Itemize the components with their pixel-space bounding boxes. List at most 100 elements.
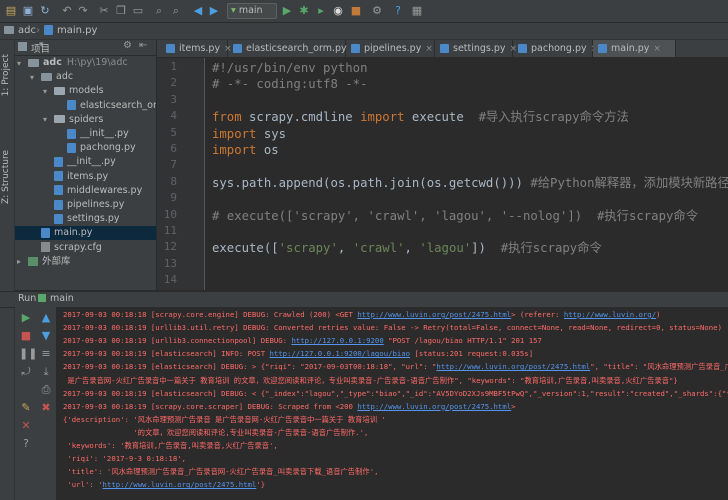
run-config-select[interactable]: ▾ main [227, 3, 277, 19]
project-tool-tab[interactable]: 1: Project [1, 54, 11, 96]
editor-tab-elasticsearch-orm-py[interactable]: elasticsearch_orm.py× [228, 40, 358, 57]
editor-tab-label: items.py [179, 43, 221, 54]
run-console[interactable]: 2017-09-03 00:18:18 [scrapy.core.engine]… [57, 307, 728, 500]
cut-icon[interactable]: ✂ [97, 4, 111, 18]
tree-item[interactable]: middlewares.py [15, 184, 156, 198]
line-number: 9 [170, 191, 177, 205]
close-icon[interactable]: × [653, 44, 661, 54]
line-number: 13 [163, 256, 177, 270]
paste-icon[interactable]: ▭ [131, 4, 145, 18]
close-icon[interactable]: × [425, 44, 433, 54]
settings-icon[interactable]: ⚙ [370, 4, 384, 18]
build-icon[interactable]: ■ [349, 4, 363, 18]
tree-item[interactable]: ▾ adc [15, 70, 156, 84]
console-link[interactable]: http://www.luvin.org/ [564, 310, 656, 319]
copy-icon[interactable]: ❐ [114, 4, 128, 18]
console-text: > [511, 401, 516, 411]
run-icon[interactable]: ▶ [280, 4, 294, 18]
tree-item-label: scrapy.cfg [54, 241, 102, 253]
tree-item-label: adc [56, 71, 74, 83]
sdk-icon[interactable]: ▦ [410, 4, 424, 18]
console-link[interactable]: http://www.luvin.org/post/2475.html [436, 362, 590, 371]
stop-icon[interactable]: ◉ [331, 4, 345, 18]
clear-icon[interactable]: ✖ [39, 401, 53, 415]
help-icon[interactable]: ? [391, 4, 405, 18]
pause-icon[interactable]: ❚❚ [19, 347, 37, 361]
undo-icon[interactable]: ↶ [60, 4, 74, 18]
chevron-down-icon[interactable]: ▾ [43, 113, 54, 125]
coverage-icon[interactable]: ▸ [314, 4, 328, 18]
back-icon[interactable]: ◀ [191, 4, 205, 18]
breadcrumb-item[interactable]: adc [4, 25, 36, 36]
editor-tab-settings-py[interactable]: settings.py × [435, 40, 517, 57]
console-link[interactable]: http://www.luvin.org/post/2475.html [357, 402, 511, 411]
save-icon[interactable]: ▣ [21, 4, 35, 18]
console-link[interactable]: http://www.luvin.org/post/2475.html [103, 480, 257, 489]
collapse-icon[interactable]: ⇤ [139, 40, 147, 51]
find-icon[interactable]: ⌕ [152, 4, 166, 18]
replace-icon[interactable]: ⌕ [169, 4, 183, 18]
tree-item[interactable]: __init__.py [15, 155, 156, 169]
forward-icon[interactable]: ▶ [207, 4, 221, 18]
sync-icon[interactable]: ↻ [38, 4, 52, 18]
tree-item[interactable]: settings.py [15, 212, 156, 226]
editor-tab-items-py[interactable]: items.py × [161, 40, 232, 57]
code-token: # execute(['scrapy', 'crawl', 'lagou', '… [212, 208, 698, 223]
console-link[interactable]: http://www.luvin.org/post/2475.html [357, 310, 511, 319]
tree-item[interactable]: pipelines.py [15, 198, 156, 212]
help-icon[interactable]: ? [19, 437, 33, 451]
console-text: 'url': ' [63, 480, 103, 490]
editor-tab-pachong-py[interactable]: pachong.py× [513, 40, 598, 57]
tree-item[interactable]: pachong.py [15, 141, 156, 155]
code-token: 'crawl' [352, 241, 405, 256]
redo-icon[interactable]: ↷ [76, 4, 90, 18]
console-text: {'description': '风水命理预测广告录音 是广告录音网-火红广告录… [63, 414, 386, 424]
chevron-down-icon[interactable]: ▾ [17, 57, 28, 69]
tree-item[interactable]: ▾ adc H:\py\19\adc [15, 56, 156, 70]
tree-item[interactable]: main.py [15, 226, 156, 241]
breadcrumb: adc › main.py [0, 23, 728, 40]
close-icon[interactable]: ✕ [19, 419, 33, 433]
tree-item[interactable]: ▸ 外部库 [15, 255, 156, 269]
chevron-down-icon[interactable]: ▾ [43, 85, 54, 97]
down-arrow-icon[interactable]: ▼ [39, 329, 53, 343]
code-token: import [212, 126, 257, 141]
stop-icon[interactable]: ■ [19, 329, 33, 343]
rerun-icon[interactable]: ▶ [19, 311, 33, 325]
code-editor[interactable]: #!/usr/bin/env python # -*- coding:utf8 -… [205, 58, 728, 290]
tree-item[interactable]: ▾ spiders [15, 113, 156, 127]
gear-icon[interactable]: ⚙ [123, 40, 132, 51]
console-link[interactable]: http://127.0.0.1:9200 [291, 336, 383, 345]
console-line: 2017-09-03 00:18:19 [elasticsearch] DEBU… [63, 388, 728, 399]
print-icon[interactable]: ⎙ [39, 383, 53, 397]
up-arrow-icon[interactable]: ▲ [39, 311, 53, 325]
python-file-icon [440, 44, 449, 53]
console-link[interactable]: http://127.0.0.1:9200/lagou/biao [269, 349, 410, 358]
tree-item[interactable]: items.py [15, 170, 156, 184]
console-line: '的文章，欢迎您阅读和评论,专业叫卖录音-广告录音-语音广告制作.', [63, 427, 368, 438]
tree-item[interactable]: ▾ models [15, 84, 156, 98]
tree-item[interactable]: __init__.py [15, 127, 156, 141]
main-toolbar: ▤ ▣ ↻ ↶ ↷ ✂ ❐ ▭ ⌕ ⌕ ◀ ▶ ▾ main ▶ ✱ ▸ ◉ ■… [0, 0, 728, 23]
editor-tab-pipelines-py[interactable]: pipelines.py × [346, 40, 435, 57]
chevron-right-icon[interactable]: ▸ [17, 255, 28, 267]
structure-tool-tab[interactable]: Z: Structure [1, 150, 11, 204]
scroll-to-end-icon[interactable]: ⤓ [39, 365, 53, 379]
debug-icon[interactable]: ✱ [297, 4, 311, 18]
line-number: 11 [163, 224, 177, 237]
line-number: 8 [170, 174, 177, 188]
code-line: import sys [212, 126, 286, 142]
breadcrumb-item[interactable]: main.py [44, 25, 97, 36]
chevron-down-icon[interactable]: ▾ [39, 40, 44, 50]
restore-layout-icon[interactable]: ⤾ [19, 365, 33, 379]
code-token: # -*- coding:utf8 -*- [212, 77, 368, 92]
soft-wrap-icon[interactable]: ≡ [39, 347, 53, 361]
tree-item[interactable]: elasticsearch_orm. [15, 99, 156, 113]
code-token: , [404, 241, 420, 256]
editor-tab-main-py[interactable]: main.py × [593, 40, 676, 57]
open-icon[interactable]: ▤ [4, 4, 18, 18]
pin-icon[interactable]: ✎ [19, 401, 33, 415]
chevron-down-icon[interactable]: ▾ [30, 71, 41, 83]
tree-item[interactable]: scrapy.cfg [15, 241, 156, 255]
